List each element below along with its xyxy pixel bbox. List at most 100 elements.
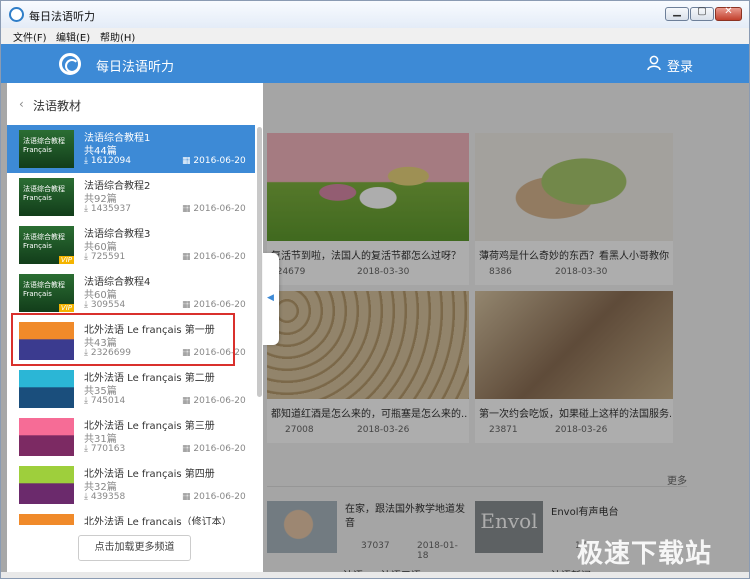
channel-count: 共35篇 [84,386,117,397]
scrollbar[interactable] [257,127,262,397]
app-header: 每日法语听力 登录 [1,44,749,83]
watermark: 极速下载站 [577,539,713,569]
minimize-icon: ▁ [673,6,681,17]
minimize-button[interactable]: ▁ [665,6,689,21]
channel-item[interactable]: 法语综合教程 Français 法语综合教程2 共92篇 ⤓ 1435937 ▦… [7,173,255,221]
calendar-icon: ▦ [182,204,191,214]
channel-name: 北外法语 Le français（修订本） [84,517,232,525]
channel-item[interactable]: 法语综合教程 Français 法语综合教程1 共44篇 ⤓ 1612094 ▦… [7,125,255,173]
channel-item[interactable]: 法语综合教程 Français VIP 法语综合教程4 共60篇 ⤓ 309554… [7,269,255,317]
app-window: { "window": { "title": "每日法语听力", "min": … [0,0,750,579]
download-icon: ⤓ [84,492,88,502]
list-title: 在家，跟法国外教学地道发音 [345,504,465,529]
channel-cover [19,370,74,408]
download-icon: ⤓ [84,300,88,310]
channel-date: ▦ 2016-06-20 [182,252,246,262]
download-icon: ⤓ [84,156,88,166]
channel-item[interactable]: 北外法语 Le français 第三册 共31篇 ⤓ 770163 ▦ 201… [7,413,255,461]
status-bar [1,572,749,578]
close-icon: ✕ [724,6,733,17]
channel-count: 共31篇 [84,434,117,445]
close-button[interactable]: ✕ [715,6,742,21]
download-icon: ⤓ [84,396,88,406]
window-title: 每日法语听力 [29,10,95,23]
channel-item[interactable]: 北外法语 Le français（修订本） [7,509,255,525]
list-thumbnail: Envol [475,501,543,553]
menu-edit[interactable]: 编辑(E) [56,29,90,44]
article-card[interactable]: 复活节到啦，法国人的复活节都怎么过呀？ 124679 2018-03-30 [267,133,469,285]
calendar-icon: ▦ [182,492,191,502]
article-title: 都知道红酒是怎么来的，可瓶塞是怎么来的... [271,409,467,420]
channel-cover: 法语综合教程 Français VIP [19,226,74,264]
list-item[interactable]: 在家，跟法国外教学地道发音 37037 2018-01-18 [267,501,469,561]
article-image [267,133,469,241]
app-logo-icon [59,53,81,75]
article-image [475,133,673,241]
article-date: 2018-03-30 [357,267,410,277]
article-date: 2018-03-26 [357,425,410,435]
login-button[interactable]: 登录 [667,56,693,75]
list-thumbnail [267,501,337,553]
article-card[interactable]: 薄荷鸡是什么奇妙的东西？看黑人小哥教你 8386 2018-03-30 [475,133,673,285]
triangle-left-icon: ◀ [267,293,274,303]
chevron-left-icon: ‹ [19,97,24,111]
highlight-box [11,313,235,366]
article-date: 2018-03-30 [555,267,608,277]
load-more-button[interactable]: 点击加载更多频道 [78,535,191,561]
article-image [475,291,673,399]
more-link[interactable]: 更多 [667,472,687,487]
menu-file[interactable]: 文件(F) [13,29,47,44]
app-icon [9,7,24,22]
download-count: ⤓ 1612094 [84,156,131,166]
channel-date: ▦ 2016-06-20 [182,156,246,166]
view-count: 27008 [285,425,314,435]
channel-cover: 法语综合教程 Français [19,130,74,168]
channel-item[interactable]: 北外法语 Le français 第二册 共35篇 ⤓ 745014 ▦ 201… [7,365,255,413]
maximize-button[interactable]: ▢ [690,6,714,21]
download-count: ⤓ 770163 [84,444,126,454]
calendar-icon: ▦ [182,252,191,262]
vip-badge: VIP [58,256,74,264]
user-icon[interactable] [647,55,661,71]
channel-cover [19,466,74,504]
collapse-sidebar-button[interactable]: ◀ [263,253,279,345]
channel-date: ▦ 2016-06-20 [182,300,246,310]
vip-badge: VIP [58,304,74,312]
channel-cover: 法语综合教程 Français VIP [19,274,74,312]
article-date: 2018-03-26 [555,425,608,435]
article-title: 薄荷鸡是什么奇妙的东西？看黑人小哥教你 [479,251,669,262]
channel-count: 共60篇 [84,290,117,301]
channel-item[interactable]: 北外法语 Le français 第四册 共32篇 ⤓ 439358 ▦ 201… [7,461,255,509]
app-name: 每日法语听力 [96,60,175,75]
menu-help[interactable]: 帮助(H) [100,29,135,44]
channel-count: 共44篇 [84,146,117,157]
download-count: ⤓ 309554 [84,300,126,310]
channel-count: 共92篇 [84,194,117,205]
title-bar: 每日法语听力 ▁ ▢ ✕ [1,1,749,28]
download-count: ⤓ 439358 [84,492,126,502]
article-card[interactable]: 都知道红酒是怎么来的，可瓶塞是怎么来的... 27008 2018-03-26 [267,291,469,443]
channel-date: ▦ 2016-06-20 [182,492,246,502]
channel-item[interactable]: 法语综合教程 Français VIP 法语综合教程3 共60篇 ⤓ 725591… [7,221,255,269]
channel-cover [19,514,74,525]
article-title: 第一次约会吃饭，如果碰上这样的法国服务... [479,409,671,420]
sidebar-title: 法语教材 [33,99,82,113]
view-count: 23871 [489,425,518,435]
article-date: 2018-01-18 [417,541,458,561]
calendar-icon: ▦ [182,156,191,166]
download-count: ⤓ 1435937 [84,204,131,214]
view-count: 37037 [361,541,390,551]
channel-date: ▦ 2016-06-20 [182,396,246,406]
calendar-icon: ▦ [182,300,191,310]
calendar-icon: ▦ [182,444,191,454]
download-icon: ⤓ [84,204,88,214]
back-button[interactable]: ‹ [19,97,28,111]
menu-bar: 文件(F) 编辑(E) 帮助(H) [1,28,749,44]
view-count: 8386 [489,267,512,277]
download-icon: ⤓ [84,252,88,262]
article-card[interactable]: 第一次约会吃饭，如果碰上这样的法国服务... 23871 2018-03-26 [475,291,673,443]
download-count: ⤓ 725591 [84,252,126,262]
maximize-icon: ▢ [697,6,707,17]
main-content: 复活节到啦，法国人的复活节都怎么过呀？ 124679 2018-03-30 薄荷… [263,83,749,578]
channel-cover: 法语综合教程 Français [19,178,74,216]
